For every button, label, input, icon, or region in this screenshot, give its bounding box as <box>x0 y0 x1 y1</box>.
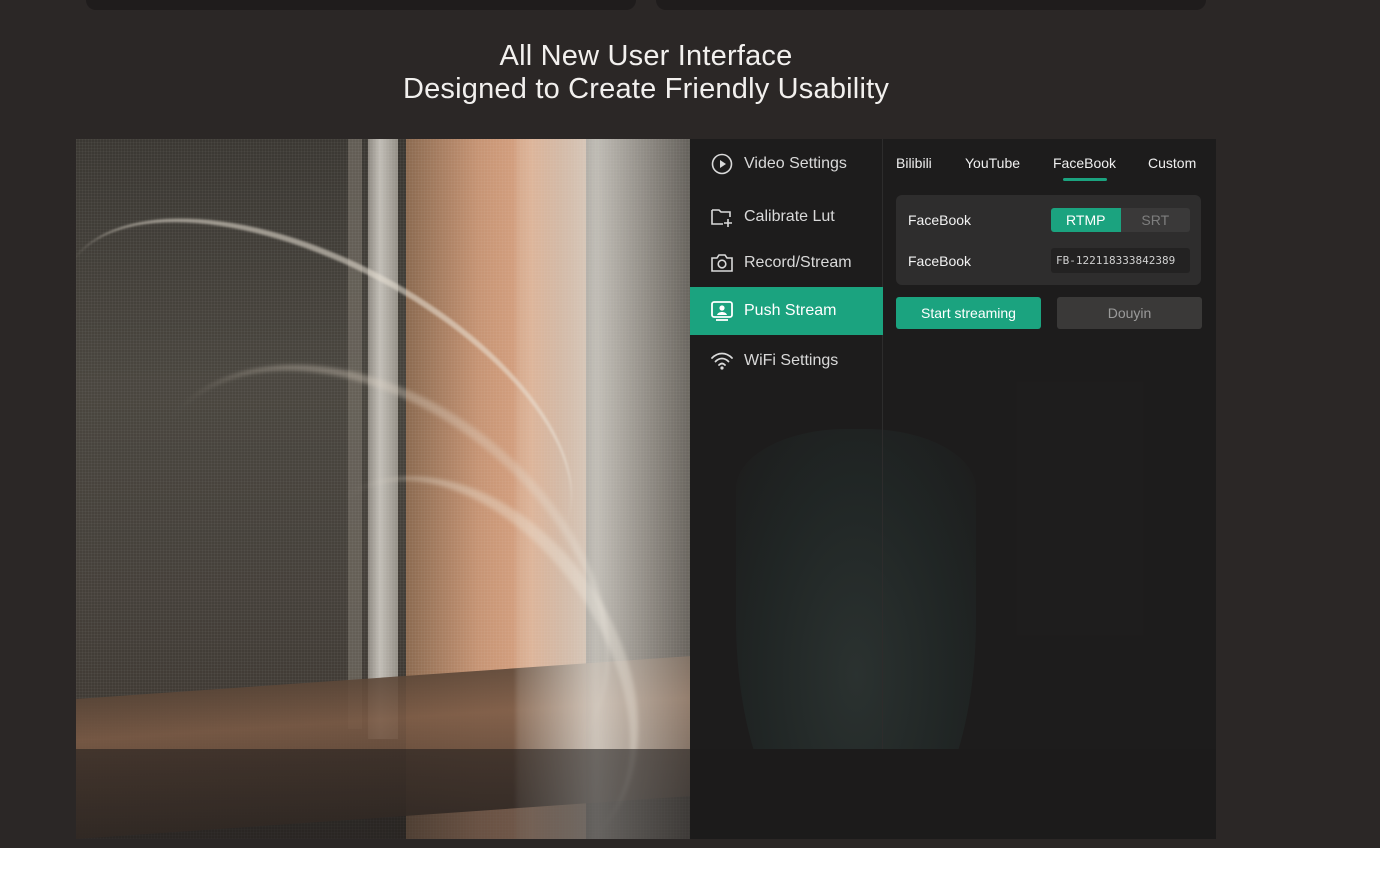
promo-section: All New User Interface Designed to Creat… <box>0 0 1380 848</box>
sidebar-item-record-stream[interactable]: Record/Stream <box>690 239 883 287</box>
camera-icon <box>710 251 734 275</box>
push-stream-panel: Bilibili YouTube FaceBook Custom FaceBoo… <box>884 139 1216 749</box>
headline-line-2: Designed to Create Friendly Usability <box>402 73 890 105</box>
stream-key-field[interactable]: FB-122118333842389 <box>1051 248 1190 273</box>
sidebar-item-label: WiFi Settings <box>744 352 839 369</box>
tab-facebook[interactable]: FaceBook <box>1053 155 1116 171</box>
tab-custom[interactable]: Custom <box>1148 155 1196 171</box>
stream-config-card: FaceBook RTMP SRT FaceBook FB-1221183338… <box>896 195 1201 285</box>
push-stream-icon <box>710 299 734 323</box>
ui-showcase: Video Settings Calibrate Lut Record/Stre… <box>76 139 1216 839</box>
sidebar-item-label: Record/Stream <box>744 254 852 271</box>
headline-line-1: All New User Interface <box>499 40 793 72</box>
sidebar-item-label: Calibrate Lut <box>744 208 835 225</box>
sidebar-item-video-settings[interactable]: Video Settings <box>690 140 883 188</box>
protocol-toggle: RTMP SRT <box>1051 208 1190 232</box>
douyin-button[interactable]: Douyin <box>1057 297 1202 329</box>
curtain-photo <box>76 139 690 839</box>
play-circle-icon <box>710 152 734 176</box>
headline: All New User Interface Designed to Creat… <box>0 40 1292 106</box>
wifi-icon <box>710 349 734 373</box>
sidebar-item-calibrate-lut[interactable]: Calibrate Lut <box>690 193 883 241</box>
folder-plus-icon <box>710 205 734 229</box>
tab-youtube[interactable]: YouTube <box>965 155 1020 171</box>
active-tab-indicator <box>1063 178 1107 181</box>
sidebar-item-label: Video Settings <box>744 155 847 172</box>
panel-bottom <box>690 749 1216 839</box>
sidebar-item-wifi-settings[interactable]: WiFi Settings <box>690 337 883 385</box>
protocol-option-rtmp[interactable]: RTMP <box>1051 208 1121 232</box>
stream-key-label: FaceBook <box>908 253 972 269</box>
settings-sidebar: Video Settings Calibrate Lut Record/Stre… <box>690 139 883 749</box>
tab-bilibili[interactable]: Bilibili <box>896 155 932 171</box>
protocol-label: FaceBook <box>908 212 972 228</box>
sidebar-item-label: Push Stream <box>744 302 837 319</box>
top-card-right <box>656 0 1206 10</box>
start-streaming-button[interactable]: Start streaming <box>896 297 1041 329</box>
protocol-option-srt[interactable]: SRT <box>1121 208 1191 232</box>
platform-tabs: Bilibili YouTube FaceBook Custom <box>896 155 1206 181</box>
sidebar-item-push-stream[interactable]: Push Stream <box>690 287 883 335</box>
top-card-left <box>86 0 636 10</box>
